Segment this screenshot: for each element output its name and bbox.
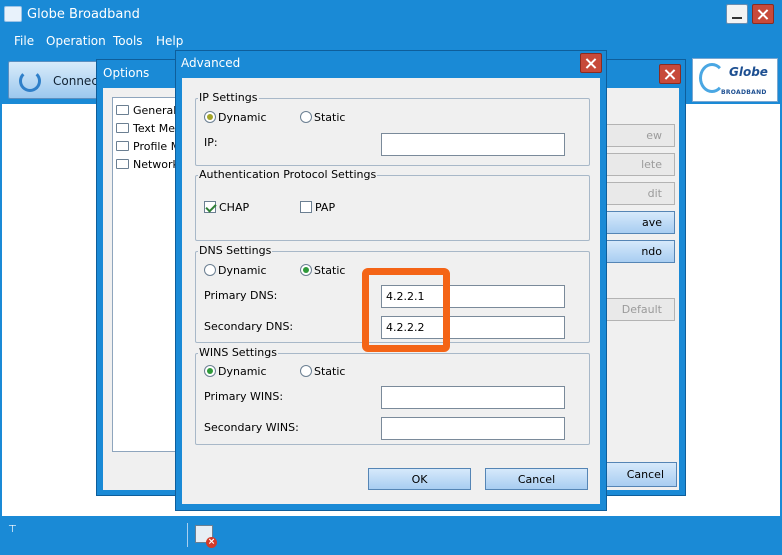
refresh-icon	[19, 70, 41, 92]
pap-label: PAP	[315, 201, 336, 214]
advanced-close-button[interactable]	[580, 53, 602, 73]
radio-unselected-icon	[300, 365, 312, 377]
tree-item-profile-management[interactable]: Profile M	[116, 140, 182, 156]
save-button[interactable]: ave	[601, 211, 675, 234]
menu-tools[interactable]: Tools	[113, 34, 143, 48]
radio-unselected-icon	[300, 111, 312, 123]
dns-dynamic-radio[interactable]: Dynamic	[204, 264, 267, 277]
options-cancel-button[interactable]: Cancel	[595, 462, 677, 487]
ip-dynamic-radio[interactable]: Dynamic	[204, 111, 267, 124]
signal-indicator: ⊤	[8, 524, 17, 535]
disconnected-status-icon	[195, 525, 217, 548]
tree-item-label: Profile M	[133, 140, 181, 153]
wins-static-radio[interactable]: Static	[300, 365, 345, 378]
secondary-wins-field[interactable]	[381, 417, 565, 440]
pap-checkbox[interactable]: PAP	[300, 201, 335, 214]
ip-settings-group: IP Settings Dynamic Static IP:	[195, 92, 590, 166]
new-button[interactable]: ew	[601, 124, 675, 147]
dns-settings-legend: DNS Settings	[198, 244, 273, 257]
dns-static-radio[interactable]: Static	[300, 264, 345, 277]
cancel-button[interactable]: Cancel	[485, 468, 588, 490]
undo-button[interactable]: ndo	[601, 240, 675, 263]
options-dialog-title: Options	[103, 66, 150, 80]
dns-dynamic-label: Dynamic	[218, 264, 267, 277]
folder-icon	[116, 123, 129, 133]
ip-label: IP:	[204, 136, 218, 149]
dns-highlight-annotation	[362, 268, 450, 352]
logo-tagline: BROADBAND	[721, 89, 767, 96]
wins-settings-group: WINS Settings Dynamic Static Primary WIN…	[195, 347, 590, 445]
edit-button[interactable]: dit	[601, 182, 675, 205]
radio-selected-icon	[300, 264, 312, 276]
minimize-button[interactable]	[726, 4, 748, 24]
tree-item-network[interactable]: Network	[116, 158, 182, 174]
tree-item-label: Network	[133, 158, 179, 171]
status-bar: ⊤	[0, 516, 782, 555]
secondary-wins-label: Secondary WINS:	[204, 421, 299, 434]
primary-wins-field[interactable]	[381, 386, 565, 409]
open-folder-icon	[116, 141, 129, 151]
ip-static-label: Static	[314, 111, 346, 124]
ip-address-field[interactable]	[381, 133, 565, 156]
ip-static-radio[interactable]: Static	[300, 111, 345, 124]
close-button[interactable]	[752, 4, 774, 24]
menu-operation[interactable]: Operation	[46, 34, 106, 48]
main-title-bar: Globe Broadband	[0, 0, 782, 30]
chap-label: CHAP	[219, 201, 250, 214]
dns-static-label: Static	[314, 264, 346, 277]
set-default-button[interactable]: Default	[601, 298, 675, 321]
folder-icon	[116, 159, 129, 169]
wins-settings-legend: WINS Settings	[198, 346, 278, 359]
globe-logo: Globe BROADBAND	[692, 58, 778, 102]
app-icon	[4, 6, 22, 22]
wins-dynamic-label: Dynamic	[218, 365, 267, 378]
options-tree: General Text Mes Profile M Network	[112, 97, 182, 452]
checkbox-unchecked-icon	[300, 201, 312, 213]
logo-brand: Globe	[729, 65, 768, 79]
advanced-dialog-title: Advanced	[181, 56, 241, 70]
status-divider	[187, 523, 188, 547]
ip-settings-legend: IP Settings	[198, 91, 259, 104]
tree-item-general[interactable]: General	[116, 104, 182, 120]
auth-settings-legend: Authentication Protocol Settings	[198, 168, 378, 181]
tree-item-label: General	[133, 104, 177, 117]
auth-settings-group: Authentication Protocol Settings CHAP PA…	[195, 169, 590, 241]
tree-item-text-messages[interactable]: Text Mes	[116, 122, 182, 138]
radio-unselected-icon	[204, 264, 216, 276]
primary-dns-label: Primary DNS:	[204, 289, 278, 302]
radio-selected-icon	[204, 365, 216, 377]
chap-checkbox[interactable]: CHAP	[204, 201, 249, 214]
primary-wins-label: Primary WINS:	[204, 390, 284, 403]
connect-button[interactable]: Connecti	[8, 61, 108, 99]
ip-dynamic-label: Dynamic	[218, 111, 267, 124]
secondary-dns-label: Secondary DNS:	[204, 320, 294, 333]
ok-button[interactable]: OK	[368, 468, 471, 490]
menu-file[interactable]: File	[14, 34, 34, 48]
checkbox-checked-icon	[204, 201, 216, 213]
radio-selected-icon	[204, 111, 216, 123]
wins-static-label: Static	[314, 365, 346, 378]
wins-dynamic-radio[interactable]: Dynamic	[204, 365, 267, 378]
folder-icon	[116, 105, 129, 115]
menu-help[interactable]: Help	[156, 34, 183, 48]
options-close-button[interactable]	[659, 64, 681, 84]
main-window-title: Globe Broadband	[27, 7, 140, 22]
delete-button[interactable]: lete	[601, 153, 675, 176]
tree-item-label: Text Mes	[133, 122, 181, 135]
